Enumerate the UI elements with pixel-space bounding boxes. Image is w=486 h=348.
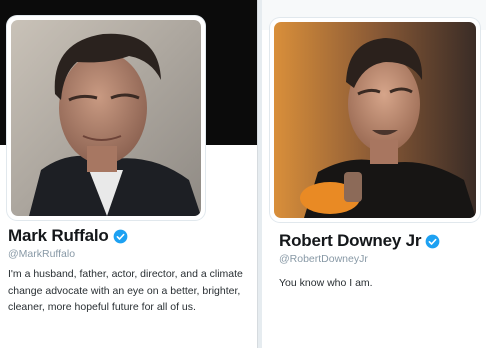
avatar[interactable] (11, 20, 201, 216)
profile-name[interactable]: Mark Ruffalo (8, 226, 109, 246)
avatar[interactable] (274, 22, 476, 218)
profile-handle[interactable]: @MarkRuffalo (8, 248, 75, 260)
verified-badge-icon (113, 229, 127, 243)
profile-bio: You know who I am. (279, 277, 373, 289)
profile-avatar-frame[interactable] (270, 18, 480, 222)
profile-name-row: Robert Downey Jr (279, 231, 440, 251)
profile-card-mark-ruffalo: Mark Ruffalo @MarkRuffalo I'm a husband,… (0, 0, 258, 348)
profile-handle[interactable]: @RobertDowneyJr (279, 253, 368, 265)
profile-name-row: Mark Ruffalo (8, 226, 128, 246)
profile-card-robert-downey-jr: Robert Downey Jr @RobertDowneyJr You kno… (262, 0, 486, 348)
profile-name[interactable]: Robert Downey Jr (279, 231, 421, 251)
verified-badge-icon (425, 234, 440, 248)
profile-bio: I'm a husband, father, actor, director, … (8, 268, 243, 313)
profile-avatar-frame[interactable] (7, 16, 205, 220)
